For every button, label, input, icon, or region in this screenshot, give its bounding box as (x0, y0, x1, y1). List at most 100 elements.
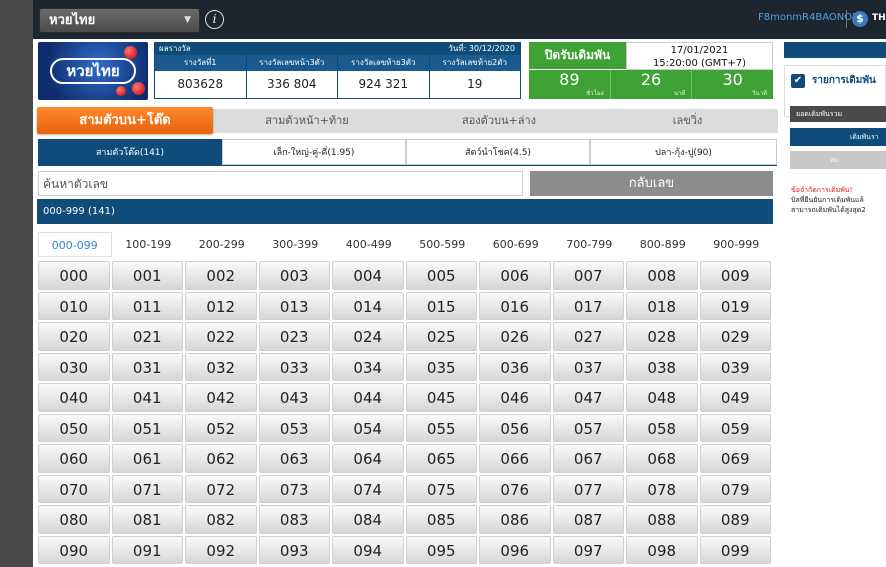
number-button[interactable]: 093 (258, 535, 330, 564)
number-button[interactable]: 054 (332, 413, 404, 442)
number-button[interactable]: 026 (479, 322, 551, 351)
number-button[interactable]: 085 (405, 505, 477, 534)
number-button[interactable]: 037 (552, 352, 624, 381)
number-button[interactable]: 064 (332, 444, 404, 473)
number-button[interactable]: 006 (479, 261, 551, 290)
number-button[interactable]: 052 (185, 413, 257, 442)
number-button[interactable]: 034 (332, 352, 404, 381)
number-button[interactable]: 000 (38, 261, 110, 290)
number-button[interactable]: 041 (111, 383, 183, 412)
theme-label[interactable]: THE (872, 13, 886, 23)
number-search-input[interactable] (38, 171, 523, 196)
number-button[interactable]: 094 (332, 535, 404, 564)
number-button[interactable]: 058 (626, 413, 698, 442)
number-button[interactable]: 077 (552, 474, 624, 503)
number-button[interactable]: 011 (111, 291, 183, 320)
number-button[interactable]: 003 (258, 261, 330, 290)
number-button[interactable]: 025 (405, 322, 477, 351)
number-button[interactable]: 081 (111, 505, 183, 534)
number-button[interactable]: 015 (405, 291, 477, 320)
add-bet-button[interactable]: เดิมพันรา (790, 128, 886, 146)
number-button[interactable]: 030 (38, 352, 110, 381)
number-button[interactable]: 089 (699, 505, 771, 534)
number-button[interactable]: 065 (405, 444, 477, 473)
number-button[interactable]: 060 (38, 444, 110, 473)
number-button[interactable]: 091 (111, 535, 183, 564)
hundreds-tab[interactable]: 200-299 (185, 232, 259, 257)
number-button[interactable]: 021 (111, 322, 183, 351)
number-button[interactable]: 080 (38, 505, 110, 534)
tab-lucky-animal[interactable]: สัตว์นำโชค(4.5) (406, 139, 590, 165)
number-button[interactable]: 033 (258, 352, 330, 381)
number-button[interactable]: 014 (332, 291, 404, 320)
checkbox-icon[interactable]: ✔ (791, 74, 805, 88)
number-button[interactable]: 090 (38, 535, 110, 564)
number-button[interactable]: 018 (626, 291, 698, 320)
number-button[interactable]: 043 (258, 383, 330, 412)
number-button[interactable]: 002 (185, 261, 257, 290)
number-button[interactable]: 074 (332, 474, 404, 503)
number-button[interactable]: 068 (626, 444, 698, 473)
number-button[interactable]: 028 (626, 322, 698, 351)
number-button[interactable]: 029 (699, 322, 771, 351)
number-button[interactable]: 042 (185, 383, 257, 412)
number-button[interactable]: 008 (626, 261, 698, 290)
number-button[interactable]: 040 (38, 383, 110, 412)
lottery-select[interactable]: หวยไทย ▼ (39, 8, 200, 33)
number-button[interactable]: 049 (699, 383, 771, 412)
number-button[interactable]: 044 (332, 383, 404, 412)
number-button[interactable]: 084 (332, 505, 404, 534)
tab-running-number[interactable]: เลขวิ่ง (597, 109, 778, 133)
number-button[interactable]: 083 (258, 505, 330, 534)
number-button[interactable]: 078 (626, 474, 698, 503)
number-button[interactable]: 010 (38, 291, 110, 320)
number-button[interactable]: 051 (111, 413, 183, 442)
number-button[interactable]: 088 (626, 505, 698, 534)
number-button[interactable]: 070 (38, 474, 110, 503)
number-button[interactable]: 073 (258, 474, 330, 503)
hundreds-tab[interactable]: 700-799 (553, 232, 627, 257)
number-button[interactable]: 092 (185, 535, 257, 564)
number-button[interactable]: 055 (405, 413, 477, 442)
number-button[interactable]: 087 (552, 505, 624, 534)
number-button[interactable]: 032 (185, 352, 257, 381)
hundreds-tab[interactable]: 300-399 (259, 232, 333, 257)
number-button[interactable]: 069 (699, 444, 771, 473)
number-button[interactable]: 004 (332, 261, 404, 290)
number-button[interactable]: 079 (699, 474, 771, 503)
hundreds-tab[interactable]: 100-199 (112, 232, 186, 257)
number-button[interactable]: 001 (111, 261, 183, 290)
number-button[interactable]: 005 (405, 261, 477, 290)
hundreds-tab[interactable]: 800-899 (626, 232, 700, 257)
hundreds-tab[interactable]: 600-699 (479, 232, 553, 257)
number-button[interactable]: 019 (699, 291, 771, 320)
number-button[interactable]: 082 (185, 505, 257, 534)
number-button[interactable]: 086 (479, 505, 551, 534)
dollar-icon[interactable]: $ (852, 11, 868, 27)
number-button[interactable]: 024 (332, 322, 404, 351)
number-button[interactable]: 027 (552, 322, 624, 351)
number-button[interactable]: 022 (185, 322, 257, 351)
number-button[interactable]: 097 (552, 535, 624, 564)
number-button[interactable]: 075 (405, 474, 477, 503)
number-button[interactable]: 020 (38, 322, 110, 351)
number-button[interactable]: 039 (699, 352, 771, 381)
tab-small-big-even-odd[interactable]: เล็ก-ใหญ่-คู่-คี่(1.95) (222, 139, 406, 165)
number-button[interactable]: 035 (405, 352, 477, 381)
number-button[interactable]: 099 (699, 535, 771, 564)
number-button[interactable]: 053 (258, 413, 330, 442)
number-button[interactable]: 016 (479, 291, 551, 320)
number-button[interactable]: 061 (111, 444, 183, 473)
number-button[interactable]: 059 (699, 413, 771, 442)
number-button[interactable]: 057 (552, 413, 624, 442)
number-button[interactable]: 036 (479, 352, 551, 381)
number-button[interactable]: 095 (405, 535, 477, 564)
hundreds-tab[interactable]: 900-999 (700, 232, 774, 257)
number-button[interactable]: 072 (185, 474, 257, 503)
number-button[interactable]: 066 (479, 444, 551, 473)
number-button[interactable]: 063 (258, 444, 330, 473)
number-button[interactable]: 056 (479, 413, 551, 442)
number-button[interactable]: 071 (111, 474, 183, 503)
tab-three-front-back[interactable]: สามตัวหน้า+ท้าย (213, 109, 401, 133)
hundreds-tab[interactable]: 500-599 (406, 232, 480, 257)
